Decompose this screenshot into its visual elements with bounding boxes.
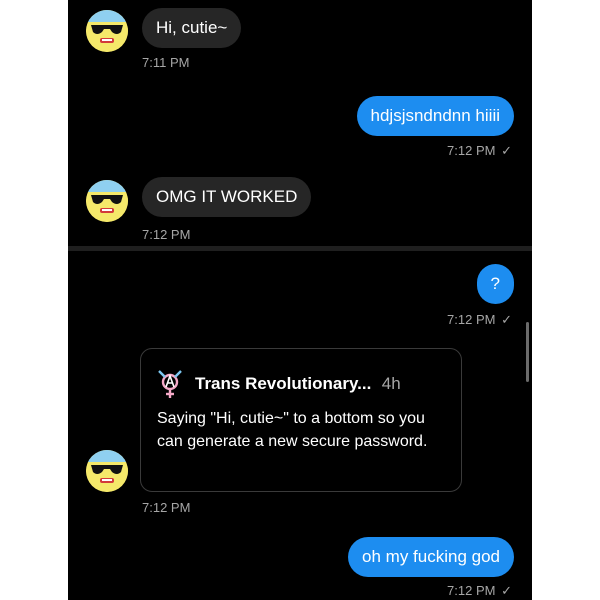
message-timestamp: 7:12 PM ✓	[447, 583, 512, 599]
shared-post-header: Trans Revolutionary... 4h	[157, 369, 401, 399]
sunglasses-face-icon	[86, 180, 128, 222]
avatar[interactable]	[86, 180, 128, 222]
outgoing-message-bubble[interactable]: ?	[476, 264, 514, 304]
message-timestamp: 7:12 PM	[142, 500, 191, 515]
avatar[interactable]	[86, 10, 128, 52]
screenshot-divider	[68, 246, 532, 251]
transgender-anarchy-symbol-icon	[158, 370, 182, 398]
outgoing-message-bubble[interactable]: oh my fucking god	[348, 537, 514, 577]
chat-screen: Hi, cutie~ 7:11 PM hdjsjsndndnn hiiii 7:…	[68, 0, 532, 600]
scrollbar[interactable]	[526, 322, 529, 382]
message-timestamp: 7:12 PM ✓	[447, 312, 512, 328]
checkmark-icon: ✓	[501, 143, 512, 158]
post-text: Saying "Hi, cutie~" to a bottom so you c…	[157, 410, 428, 450]
message-timestamp: 7:12 PM ✓	[447, 143, 512, 159]
shared-post-card[interactable]: Trans Revolutionary... 4h Saying "Hi, cu…	[140, 348, 462, 492]
checkmark-icon: ✓	[501, 312, 512, 327]
message-timestamp: 7:12 PM	[142, 227, 191, 242]
sunglasses-face-icon	[86, 450, 128, 492]
checkmark-icon: ✓	[501, 583, 512, 598]
incoming-message-bubble[interactable]: Hi, cutie~	[142, 8, 242, 48]
avatar[interactable]	[86, 450, 128, 492]
message-timestamp: 7:11 PM	[142, 55, 190, 70]
timestamp-text: 7:12 PM	[447, 143, 496, 158]
incoming-message-bubble[interactable]: OMG IT WORKED	[142, 177, 312, 217]
sunglasses-face-icon	[86, 10, 128, 52]
timestamp-text: 7:12 PM	[447, 312, 496, 327]
timestamp-text: 7:12 PM	[447, 583, 496, 598]
outgoing-message-bubble[interactable]: hdjsjsndndnn hiiii	[356, 96, 514, 136]
post-author[interactable]: Trans Revolutionary...	[195, 374, 371, 393]
post-age: 4h	[381, 374, 401, 393]
